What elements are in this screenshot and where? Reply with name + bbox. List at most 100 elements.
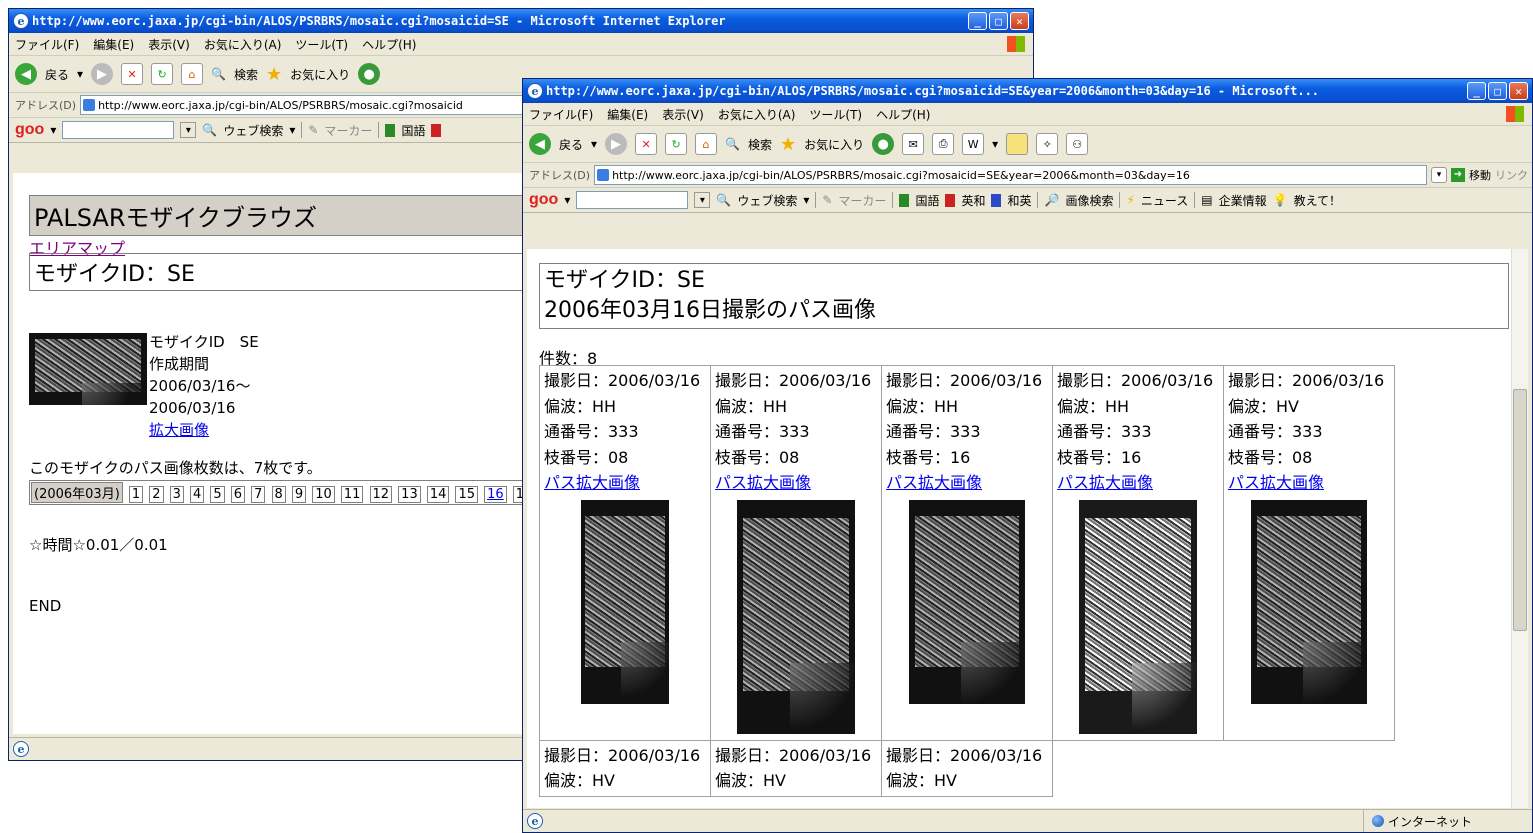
company-info-button[interactable]: 企業情報 [1219, 192, 1267, 209]
search-icon[interactable]: 🔍 [211, 67, 226, 81]
search-button-label[interactable]: 検索 [234, 66, 258, 83]
menu-edit[interactable]: 編集(E) [607, 106, 648, 123]
menu-tools[interactable]: ツール(T) [809, 106, 862, 123]
favorites-button-label[interactable]: お気に入り [290, 66, 350, 83]
address-dropdown-icon[interactable]: ▾ [1431, 167, 1447, 183]
menu-help[interactable]: ヘルプ(H) [362, 36, 416, 53]
back-title-bar[interactable]: e http://www.eorc.jaxa.jp/cgi-bin/ALOS/P… [9, 9, 1033, 33]
pass-enlarge-link[interactable]: パス拡大画像 [1057, 473, 1153, 492]
back-button-label[interactable]: 戻る [45, 66, 69, 83]
eiwa-button[interactable]: 英和 [961, 192, 985, 209]
marker-button[interactable]: マーカー [838, 192, 886, 209]
front-title-bar[interactable]: e http://www.eorc.jaxa.jp/cgi-bin/ALOS/P… [523, 79, 1532, 103]
edit-icon[interactable]: W [962, 133, 985, 155]
research-icon[interactable]: ✧ [1036, 133, 1059, 155]
search-button-label[interactable]: 検索 [748, 136, 772, 153]
menu-favorites[interactable]: お気に入り(A) [718, 106, 796, 123]
refresh-icon[interactable]: ↻ [665, 133, 688, 155]
pass-image[interactable] [909, 499, 1025, 704]
news-button[interactable]: ニュース [1141, 192, 1188, 209]
stop-icon[interactable]: ✕ [121, 63, 144, 85]
image-search-button[interactable]: 画像検索 [1065, 192, 1113, 209]
minimize-button[interactable]: _ [1467, 82, 1486, 100]
search-icon[interactable]: 🔍 [725, 137, 740, 151]
pass-enlarge-link[interactable]: パス拡大画像 [1228, 473, 1324, 492]
menu-view[interactable]: 表示(V) [662, 106, 704, 123]
pass-image[interactable] [737, 499, 855, 734]
pass-enlarge-link[interactable]: パス拡大画像 [886, 473, 982, 492]
forward-arrow-icon[interactable]: ▶ [91, 63, 114, 85]
day-cell: 14 [426, 486, 450, 503]
edit-dropdown-icon[interactable]: ▾ [992, 137, 998, 151]
favorites-star-icon[interactable]: ★ [780, 134, 796, 155]
front-address-input[interactable]: http://www.eorc.jaxa.jp/cgi-bin/ALOS/PSR… [594, 165, 1427, 185]
pass-image[interactable] [1079, 499, 1197, 734]
go-button[interactable]: 移動 [1469, 167, 1491, 183]
pass-image[interactable] [581, 499, 669, 704]
favorites-button-label[interactable]: お気に入り [804, 136, 864, 153]
close-button[interactable]: ✕ [1010, 12, 1029, 30]
mail-icon[interactable]: ✉ [902, 133, 925, 155]
pass-enlarge-link[interactable]: パス拡大画像 [544, 473, 640, 492]
favorites-star-icon[interactable]: ★ [266, 64, 282, 85]
kokugo-button[interactable]: 国語 [915, 192, 939, 209]
goo-select-arrow-icon[interactable]: ▾ [180, 122, 197, 138]
notes-icon[interactable] [1006, 133, 1029, 155]
goo-logo[interactable]: goo [529, 191, 558, 209]
scrollbar-thumb[interactable] [1513, 389, 1527, 631]
period-start: 2006/03/16〜 [149, 377, 251, 395]
menu-help[interactable]: ヘルプ(H) [876, 106, 930, 123]
forward-arrow-icon[interactable]: ▶ [605, 133, 628, 155]
web-search-button[interactable]: ウェブ検索 [737, 192, 797, 209]
menu-tools[interactable]: ツール(T) [295, 36, 348, 53]
maximize-button[interactable]: □ [989, 12, 1008, 30]
waei-button[interactable]: 和英 [1007, 192, 1031, 209]
refresh-icon[interactable]: ↻ [151, 63, 174, 85]
day-16-link-text[interactable]: 16 [487, 487, 504, 502]
enlarge-image-link[interactable]: 拡大画像 [149, 421, 209, 439]
goo-dropdown-icon[interactable]: ▾ [564, 193, 570, 207]
back-arrow-icon[interactable]: ◀ [529, 133, 551, 155]
web-search-button[interactable]: ウェブ検索 [223, 122, 283, 139]
vertical-scrollbar[interactable] [1511, 249, 1528, 808]
go-arrow-icon[interactable]: ➜ [1451, 168, 1465, 182]
media-icon[interactable]: ● [872, 133, 895, 155]
home-icon[interactable]: ⌂ [695, 133, 718, 155]
maximize-button[interactable]: □ [1488, 82, 1507, 100]
stop-icon[interactable]: ✕ [635, 133, 658, 155]
dropdown-arrow-icon[interactable]: ▾ [591, 137, 597, 151]
goo-logo[interactable]: goo [15, 121, 44, 139]
dropdown-arrow-icon[interactable]: ▾ [77, 67, 83, 81]
oshiete-button[interactable]: 教えて！ [1294, 192, 1341, 209]
mosaic-thumbnail[interactable] [29, 333, 147, 405]
marker-button[interactable]: マーカー [324, 122, 372, 139]
back-button-label[interactable]: 戻る [559, 136, 583, 153]
day-16-link[interactable]: 16 [484, 486, 507, 503]
pass-image[interactable] [1251, 499, 1367, 704]
menu-file[interactable]: ファイル(F) [529, 106, 593, 123]
goo-search-input[interactable] [62, 121, 175, 139]
goo-search-input[interactable] [576, 191, 689, 209]
pass-enlarge-link[interactable]: パス拡大画像 [715, 473, 811, 492]
home-icon[interactable]: ⌂ [181, 63, 204, 85]
back-arrow-icon[interactable]: ◀ [15, 63, 37, 85]
goo-dropdown-icon[interactable]: ▾ [50, 123, 56, 137]
menu-view[interactable]: 表示(V) [148, 36, 190, 53]
messenger-icon[interactable]: ⚇ [1066, 133, 1089, 155]
toolbar-separator [1194, 192, 1196, 208]
links-button[interactable]: リンク [1495, 167, 1532, 183]
web-search-dropdown-icon[interactable]: ▾ [289, 123, 295, 137]
kokugo-button[interactable]: 国語 [401, 122, 425, 139]
menu-file[interactable]: ファイル(F) [15, 36, 79, 53]
pass-cell: 撮影日：2006/03/16 偏波：HH 通番号：333 枝番号：16 パス拡大… [881, 365, 1053, 741]
minimize-button[interactable]: _ [968, 12, 987, 30]
menu-favorites[interactable]: お気に入り(A) [204, 36, 282, 53]
goo-select-arrow-icon[interactable]: ▾ [694, 192, 711, 208]
ie-icon: e [527, 83, 543, 99]
menu-edit[interactable]: 編集(E) [93, 36, 134, 53]
web-search-dropdown-icon[interactable]: ▾ [803, 193, 809, 207]
print-icon[interactable]: ⎙ [932, 133, 955, 155]
media-icon[interactable]: ● [358, 63, 381, 85]
branch-number: 枝番号：16 [886, 447, 971, 467]
close-button[interactable]: ✕ [1509, 82, 1528, 100]
